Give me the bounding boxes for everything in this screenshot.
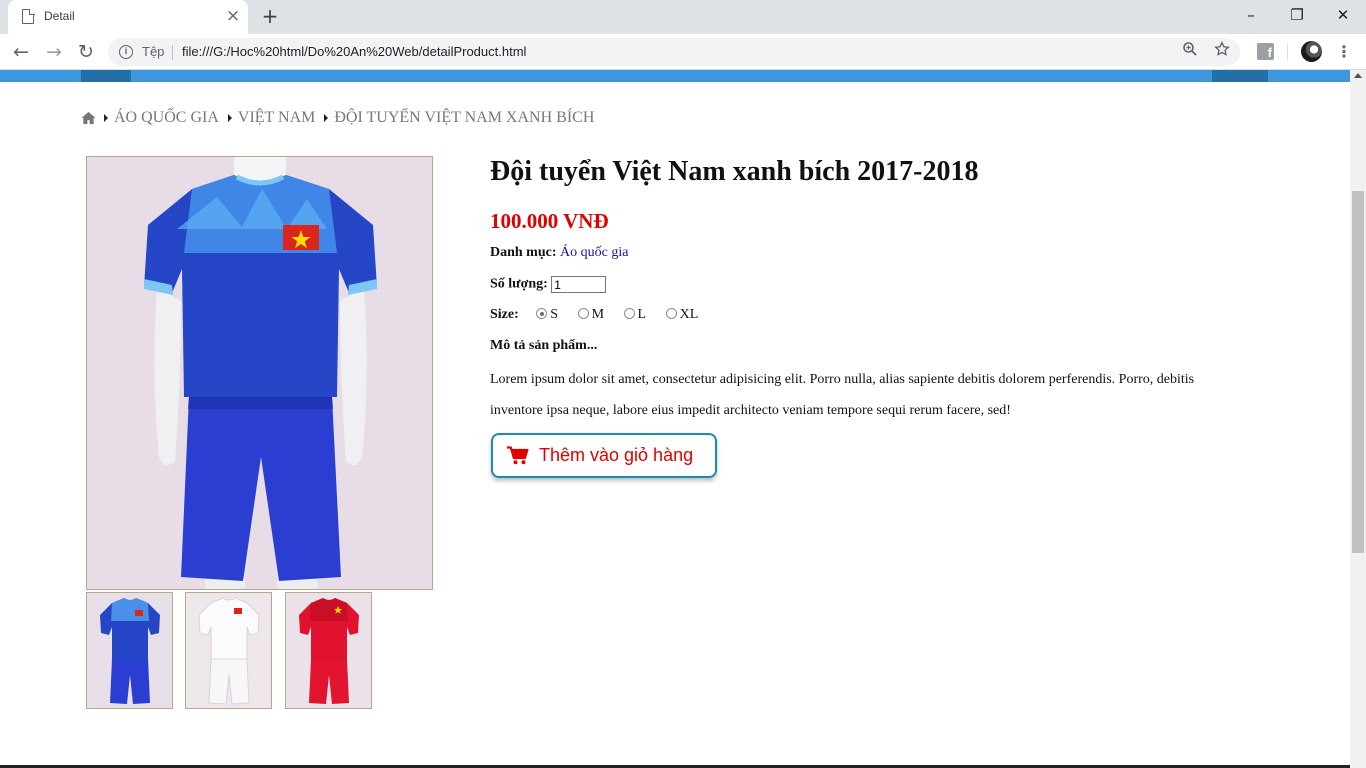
- radio-xl[interactable]: [665, 308, 677, 319]
- file-icon: [22, 8, 35, 24]
- breadcrumb-item-vietnam[interactable]: VIỆT NAM: [238, 109, 315, 127]
- quantity-input[interactable]: [551, 276, 607, 293]
- toolbar-divider: [1287, 44, 1288, 60]
- site-header-bar: [0, 70, 1350, 82]
- tab-close-icon[interactable]: ×: [224, 6, 242, 26]
- browser-toolbar: ← → ↻ i Tệp file:///G:/Hoc%20html/Do%20A…: [0, 34, 1366, 70]
- back-button[interactable]: ←: [7, 38, 35, 66]
- page-scrollbar[interactable]: [1350, 70, 1366, 768]
- caret-right-icon: [104, 114, 108, 122]
- close-window-button[interactable]: ✕: [1320, 0, 1366, 30]
- size-option-label: XL: [679, 307, 699, 322]
- url-text[interactable]: file:///G:/Hoc%20html/Do%20An%20Web/deta…: [182, 44, 526, 59]
- scrollbar-thumb[interactable]: [1352, 191, 1364, 553]
- size-label: Size:: [490, 307, 519, 322]
- size-option-m[interactable]: M: [577, 307, 605, 323]
- size-option-s[interactable]: S: [536, 307, 558, 323]
- zoom-icon[interactable]: [1179, 41, 1201, 63]
- reload-button[interactable]: ↻: [72, 38, 100, 66]
- tab-title: Detail: [44, 9, 75, 23]
- star-icon[interactable]: [1211, 41, 1233, 63]
- header-accent-right: [1212, 70, 1268, 82]
- category-link[interactable]: Áo quốc gia: [560, 245, 628, 260]
- caret-right-icon: [227, 114, 232, 122]
- size-option-label: S: [550, 307, 559, 322]
- scroll-up-arrow-icon[interactable]: [1354, 73, 1362, 78]
- browser-tab[interactable]: Detail ×: [8, 0, 248, 34]
- size-option-l[interactable]: L: [623, 307, 647, 323]
- size-option-label: L: [637, 307, 647, 322]
- quantity-label: Số lượng:: [490, 276, 548, 292]
- shopping-cart-icon: [507, 446, 529, 465]
- description-heading: Mô tả sản phẩm...: [490, 338, 598, 353]
- breadcrumb-item-national-shirts[interactable]: ÁO QUỐC GIA: [114, 109, 219, 127]
- quantity-row: Số lượng:: [490, 276, 607, 293]
- omnibox-divider: [172, 45, 173, 60]
- size-row: Size: S M L XL: [490, 307, 714, 323]
- add-to-cart-button[interactable]: Thêm vào giỏ hàng: [491, 433, 717, 478]
- size-option-label: M: [591, 307, 605, 322]
- header-accent-left: [81, 70, 131, 82]
- breadcrumb: ÁO QUỐC GIA VIỆT NAM ĐỘI TUYỂN VIỆT NAM …: [81, 108, 603, 128]
- thumbnail-blue-kit[interactable]: [86, 592, 173, 709]
- size-option-xl[interactable]: XL: [665, 307, 699, 323]
- category-label: Danh mục:: [490, 245, 557, 260]
- radio-s[interactable]: [536, 308, 548, 319]
- caret-right-icon: [324, 114, 329, 122]
- scheme-label: Tệp: [142, 44, 165, 59]
- restore-button[interactable]: ❐: [1274, 0, 1320, 30]
- address-bar[interactable]: i Tệp file:///G:/Hoc%20html/Do%20An%20We…: [108, 38, 1240, 66]
- breadcrumb-item-current[interactable]: ĐỘI TUYỂN VIỆT NAM XANH BÍCH: [334, 109, 594, 127]
- browser-tabstrip: Detail × + – ❐ ✕: [0, 0, 1366, 34]
- product-description: Lorem ipsum dolor sit amet, consectetur …: [490, 372, 1195, 418]
- radio-l[interactable]: [623, 308, 635, 319]
- product-main-image: [86, 156, 433, 590]
- thumbnail-white-kit[interactable]: [185, 592, 272, 709]
- minimize-button[interactable]: –: [1228, 0, 1274, 30]
- radio-m[interactable]: [577, 308, 589, 319]
- forward-button[interactable]: →: [40, 38, 68, 66]
- facebook-extension-icon[interactable]: f: [1257, 43, 1274, 60]
- description-heading-row: Mô tả sản phẩm...: [490, 338, 597, 354]
- home-icon[interactable]: [81, 111, 96, 125]
- new-tab-button[interactable]: +: [259, 5, 281, 27]
- menu-icon[interactable]: ⋮: [1334, 39, 1354, 65]
- profile-avatar[interactable]: [1301, 41, 1322, 62]
- product-price: 100.000 VNĐ: [490, 209, 609, 233]
- add-to-cart-label: Thêm vào giỏ hàng: [539, 445, 694, 465]
- category-row: Danh mục: Áo quốc gia: [490, 245, 628, 261]
- info-icon[interactable]: i: [119, 45, 133, 59]
- thumbnail-red-kit[interactable]: [285, 592, 372, 709]
- product-title: Đội tuyển Việt Nam xanh bích 2017-2018: [490, 156, 979, 187]
